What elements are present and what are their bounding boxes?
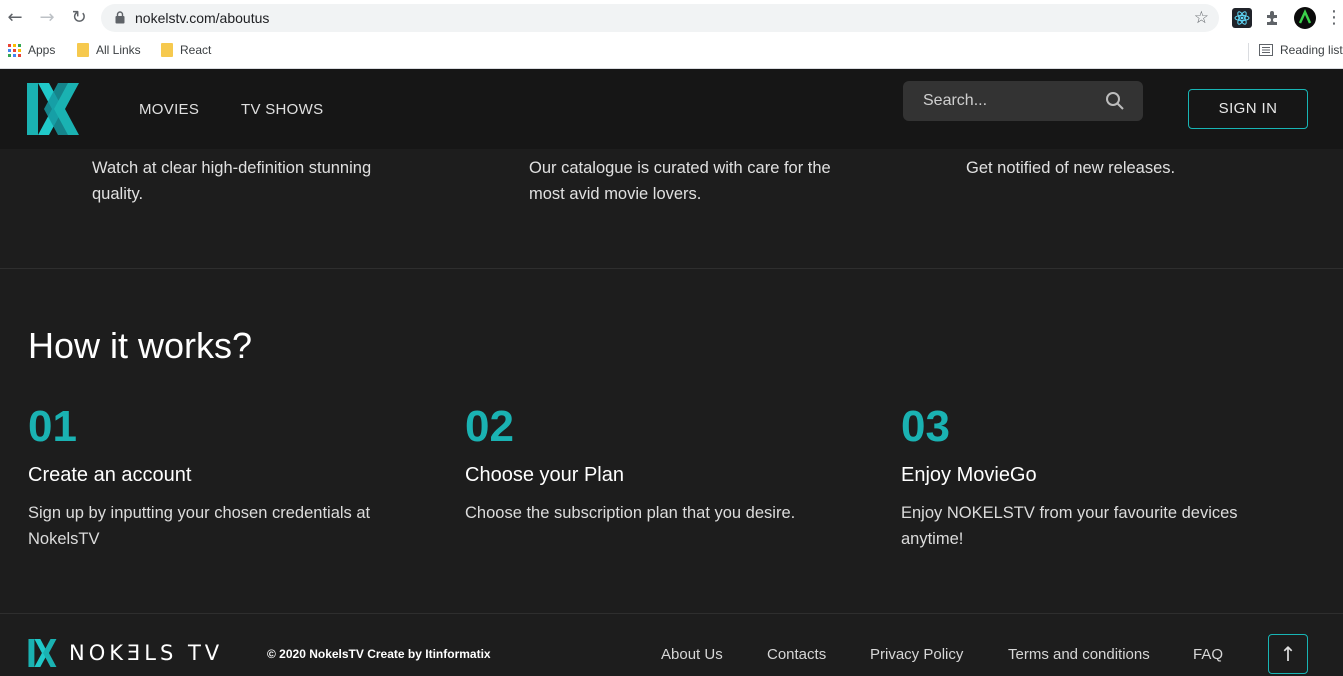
step-description: Enjoy NOKELSTV from your favourite devic…	[901, 504, 1238, 548]
scroll-to-top-button[interactable]: ↑	[1268, 634, 1308, 674]
step-description: Choose the subscription plan that you de…	[465, 504, 796, 522]
lock-icon	[115, 11, 125, 24]
search-box	[903, 81, 1143, 121]
footer-link-privacy-policy[interactable]: Privacy Policy	[870, 646, 963, 663]
site-header: MOVIES TV SHOWS SIGN IN	[0, 69, 1343, 149]
bookmark-star-icon[interactable]: ☆	[1194, 8, 1209, 28]
section-divider	[0, 268, 1343, 269]
step-number: 02	[465, 402, 514, 451]
apps-grid-icon	[8, 43, 21, 57]
bookmark-react[interactable]: React	[161, 43, 211, 57]
bookmark-apps[interactable]: Apps	[8, 43, 55, 57]
section-title: How it works?	[28, 325, 253, 366]
site-footer: NOKƎLS TV © 2020 NokelsTV Create by Itin…	[0, 614, 1343, 676]
step-title: Create an account	[28, 464, 192, 486]
url-text: nokelstv.com/aboutus	[135, 10, 270, 26]
back-arrow-icon[interactable]: ←	[5, 8, 25, 28]
reading-list-icon	[1259, 44, 1273, 56]
copyright-text: © 2020 NokelsTV Create by Itinformatix	[267, 647, 491, 661]
step-title: Enjoy MovieGo	[901, 464, 1037, 486]
browser-toolbar: ← → ↻ nokelstv.com/aboutus ☆ ⋮	[0, 0, 1343, 36]
feature-text: Our catalogue is curated with care for t…	[529, 159, 831, 203]
step-number: 03	[901, 402, 950, 451]
bookmark-all-links[interactable]: All Links	[77, 43, 141, 57]
search-icon[interactable]	[1105, 91, 1125, 111]
react-devtools-icon[interactable]	[1232, 8, 1252, 28]
bookmarks-divider	[1248, 43, 1249, 61]
footer-link-contacts[interactable]: Contacts	[767, 646, 826, 663]
footer-link-about-us[interactable]: About Us	[661, 646, 723, 663]
feature-text: Watch at clear high-definition stunning …	[92, 159, 372, 203]
sign-in-button[interactable]: SIGN IN	[1188, 89, 1308, 129]
footer-logo-icon[interactable]	[28, 639, 58, 667]
profile-avatar-icon[interactable]	[1294, 7, 1316, 29]
page-content: MOVIES TV SHOWS SIGN IN Watch at clear h…	[0, 69, 1343, 676]
reading-list-label: Reading list	[1280, 43, 1343, 57]
folder-icon	[161, 43, 173, 57]
reload-icon[interactable]: ↻	[69, 8, 89, 28]
bookmarks-bar: Apps All Links React Reading list	[0, 36, 1343, 69]
feature-text: Get notified of new releases.	[966, 159, 1176, 177]
step-description: Sign up by inputting your chosen credent…	[28, 504, 371, 548]
bookmark-label: All Links	[96, 43, 141, 57]
bookmark-label: Apps	[28, 43, 56, 57]
footer-link-faq[interactable]: FAQ	[1193, 646, 1223, 663]
reading-list-button[interactable]: Reading list	[1259, 43, 1343, 57]
browser-menu-icon[interactable]: ⋮	[1325, 8, 1343, 28]
nav-tv-shows[interactable]: TV SHOWS	[241, 101, 323, 118]
search-input[interactable]	[923, 89, 1103, 113]
folder-icon	[77, 43, 89, 57]
address-bar[interactable]: nokelstv.com/aboutus ☆	[101, 4, 1219, 32]
bookmark-label: React	[180, 43, 212, 57]
step-number: 01	[28, 402, 77, 451]
extensions-puzzle-icon[interactable]	[1263, 8, 1283, 28]
step-title: Choose your Plan	[465, 464, 624, 486]
nav-movies[interactable]: MOVIES	[139, 101, 199, 118]
forward-arrow-icon[interactable]: →	[37, 8, 57, 28]
footer-link-terms[interactable]: Terms and conditions	[1008, 646, 1150, 663]
nokels-logo[interactable]	[27, 83, 81, 135]
footer-brand: NOKƎLS TV	[69, 641, 224, 665]
